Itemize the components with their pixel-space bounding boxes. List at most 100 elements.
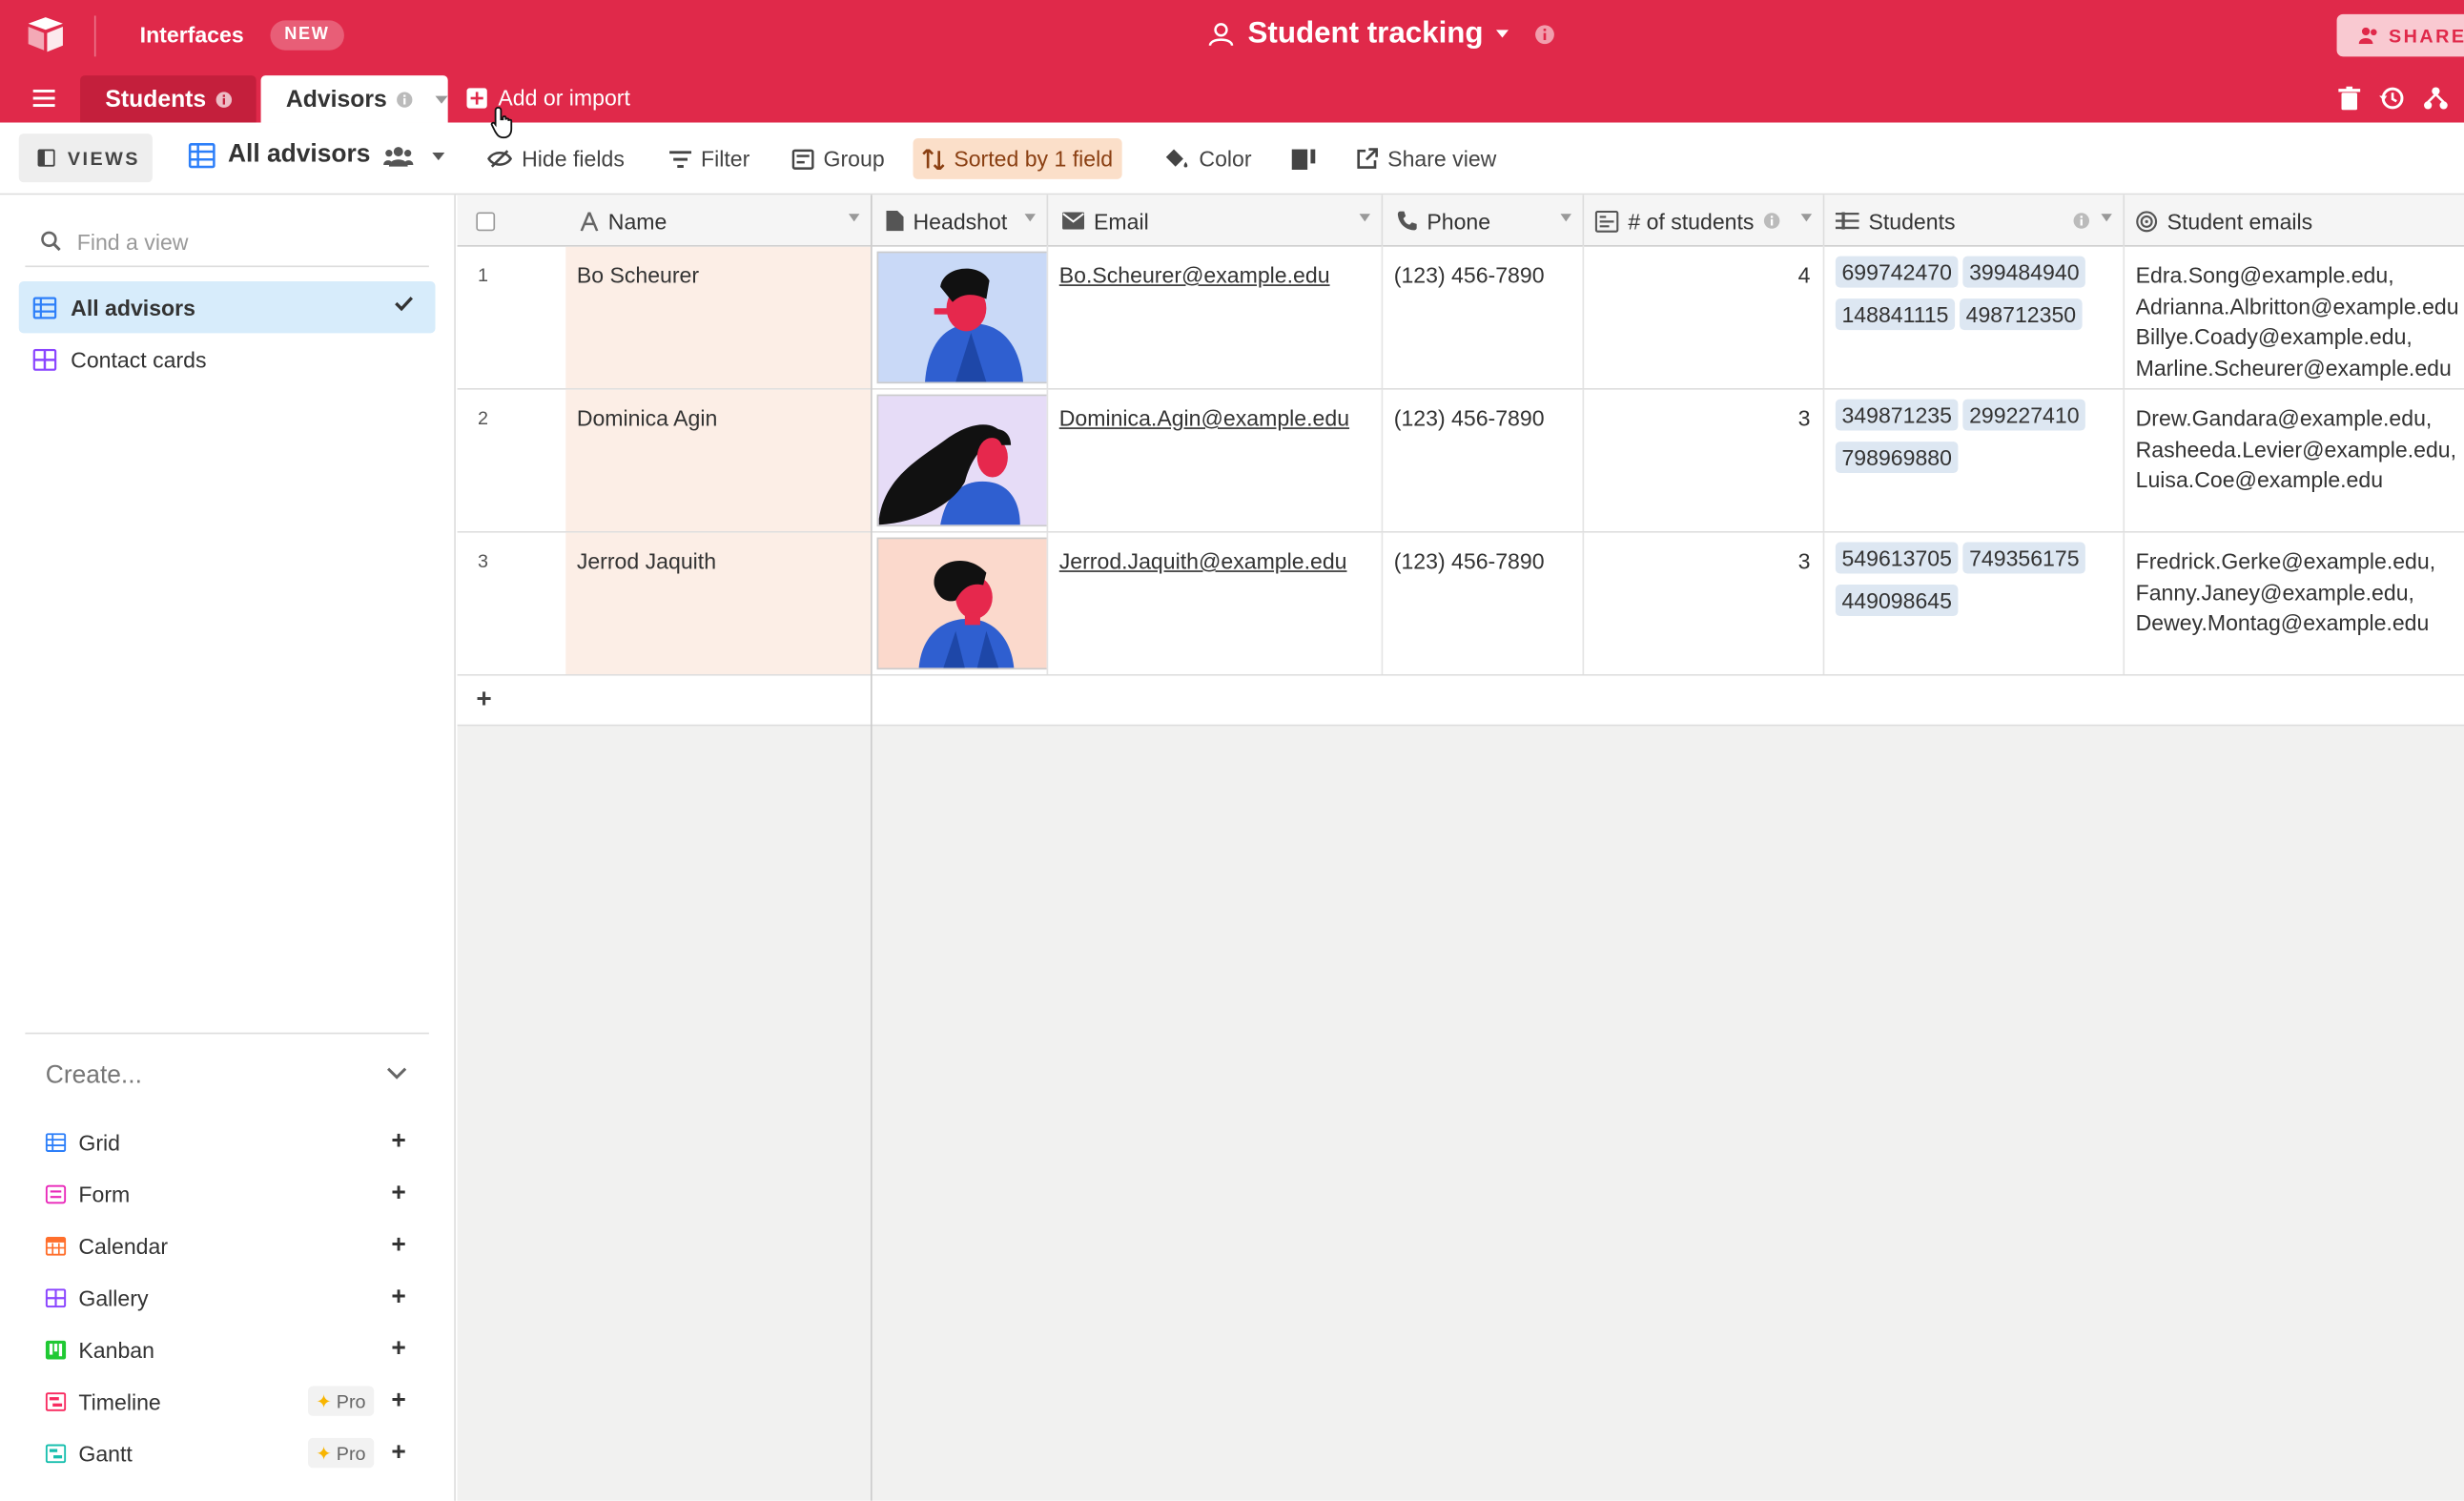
- sidebar-view-contact-cards[interactable]: Contact cards: [19, 333, 436, 384]
- tab-advisors[interactable]: Advisors: [260, 75, 448, 123]
- info-icon[interactable]: [1533, 24, 1555, 46]
- headshot-cell[interactable]: [873, 246, 1049, 389]
- student-chip[interactable]: 349871235: [1835, 399, 1959, 431]
- create-gantt[interactable]: Gantt ✦ Pro +: [45, 1437, 423, 1470]
- student-count-cell[interactable]: 4: [1584, 246, 1825, 389]
- student-count-cell[interactable]: 3: [1584, 389, 1825, 532]
- student-chip[interactable]: 498712350: [1960, 298, 2083, 331]
- plus-icon[interactable]: +: [391, 1232, 405, 1261]
- column-header-students[interactable]: Students: [1824, 195, 2125, 247]
- students-cell[interactable]: 549613705 749356175449098645: [1824, 532, 2125, 674]
- column-header-student-emails[interactable]: Student emails: [2125, 195, 2464, 246]
- tab-students[interactable]: Students: [80, 75, 257, 123]
- phone-cell[interactable]: (123) 456-7890: [1383, 389, 1585, 532]
- plus-icon[interactable]: +: [391, 1181, 405, 1209]
- phone-cell[interactable]: (123) 456-7890: [1383, 532, 1585, 674]
- base-title[interactable]: Student tracking: [1207, 17, 1556, 51]
- chevron-down-icon[interactable]: [386, 1067, 407, 1079]
- create-calendar[interactable]: Calendar +: [45, 1230, 423, 1262]
- plus-icon[interactable]: +: [391, 1440, 405, 1469]
- students-cell[interactable]: 349871235 299227410798969880: [1824, 389, 2125, 532]
- student-chip[interactable]: 299227410: [1962, 399, 2086, 431]
- headshot-image[interactable]: [876, 537, 1049, 670]
- column-header-headshot[interactable]: Headshot: [873, 195, 1049, 247]
- chevron-down-icon[interactable]: [1359, 214, 1371, 222]
- row-number: 1: [477, 263, 489, 286]
- students-cell[interactable]: 699742470 399484940148841115 498712350: [1824, 246, 2125, 389]
- email-cell[interactable]: Jerrod.Jaquith@example.edu: [1048, 532, 1384, 674]
- table-row[interactable]: 3 Jerrod Jaquith Jerrod.Jaquith@example.…: [457, 532, 2464, 676]
- name-cell[interactable]: Jerrod Jaquith: [565, 532, 873, 674]
- chevron-down-icon[interactable]: [1800, 214, 1813, 222]
- find-view-input[interactable]: Find a view: [25, 216, 429, 268]
- color-button[interactable]: Color: [1155, 138, 1261, 179]
- chevron-down-icon[interactable]: [2101, 214, 2112, 222]
- info-icon[interactable]: [397, 91, 414, 108]
- column-header-email[interactable]: Email: [1048, 195, 1384, 247]
- student-chip[interactable]: 749356175: [1962, 542, 2086, 574]
- filter-button[interactable]: Filter: [660, 138, 759, 179]
- chevron-down-icon[interactable]: [848, 214, 860, 222]
- trash-icon[interactable]: [2338, 86, 2361, 111]
- hide-fields-button[interactable]: Hide fields: [478, 138, 634, 179]
- menu-icon[interactable]: [32, 89, 55, 108]
- column-header-num-students[interactable]: # of students: [1584, 195, 1825, 247]
- student-emails-cell[interactable]: Edra.Song@example.edu, Adrianna.Albritto…: [2125, 247, 2464, 388]
- current-view-switcher[interactable]: All advisors: [188, 141, 444, 170]
- email-cell[interactable]: Dominica.Agin@example.edu: [1048, 389, 1384, 532]
- student-chip[interactable]: 399484940: [1962, 256, 2086, 288]
- student-chip[interactable]: 549613705: [1835, 542, 1959, 574]
- info-icon[interactable]: [216, 91, 233, 108]
- share-view-button[interactable]: Share view: [1346, 138, 1506, 179]
- group-button[interactable]: Group: [783, 138, 894, 179]
- plus-icon[interactable]: +: [391, 1128, 405, 1157]
- column-header-phone[interactable]: Phone: [1383, 195, 1585, 247]
- sidebar-view-all-advisors[interactable]: All advisors: [18, 280, 436, 334]
- student-chip[interactable]: 449098645: [1835, 585, 1959, 617]
- plus-icon[interactable]: +: [391, 1388, 405, 1416]
- find-view-placeholder: Find a view: [76, 228, 189, 255]
- student-chip[interactable]: 148841115: [1835, 298, 1956, 331]
- history-icon[interactable]: [2379, 87, 2404, 111]
- share-external-icon: [1357, 148, 1378, 169]
- plus-icon[interactable]: +: [476, 684, 491, 715]
- create-gallery[interactable]: Gallery +: [45, 1283, 423, 1314]
- create-form[interactable]: Form +: [45, 1179, 423, 1210]
- headshot-image[interactable]: [876, 251, 1049, 384]
- name-cell[interactable]: Dominica Agin: [565, 389, 873, 532]
- phone-cell[interactable]: (123) 456-7890: [1383, 246, 1585, 389]
- info-icon[interactable]: [2073, 212, 2090, 229]
- share-button[interactable]: SHARE: [2336, 13, 2464, 57]
- student-emails-cell[interactable]: Drew.Gandara@example.edu, Rasheeda.Levie…: [2125, 390, 2464, 531]
- student-emails-cell[interactable]: Fredrick.Gerke@example.edu, Fanny.Janey@…: [2125, 533, 2464, 674]
- select-all-checkbox[interactable]: [476, 211, 496, 231]
- student-count-cell[interactable]: 3: [1584, 532, 1825, 674]
- airtable-logo-icon[interactable]: [25, 15, 66, 53]
- email-cell[interactable]: Bo.Scheurer@example.edu: [1048, 246, 1384, 389]
- views-toggle-button[interactable]: VIEWS: [18, 134, 153, 183]
- create-grid[interactable]: Grid +: [45, 1127, 423, 1159]
- add-record-row[interactable]: +: [457, 675, 2464, 727]
- chevron-down-icon[interactable]: [435, 94, 448, 103]
- headshot-cell[interactable]: [873, 532, 1049, 674]
- student-chip[interactable]: 699742470: [1835, 256, 1959, 288]
- table-row[interactable]: 2 Dominica Agin Dominica.Agin@example.ed…: [457, 389, 2464, 533]
- interfaces-link[interactable]: Interfaces: [140, 22, 244, 47]
- table-row[interactable]: 1 Bo Scheurer Bo.Scheurer@example.edu (1…: [457, 246, 2464, 390]
- student-chip[interactable]: 798969880: [1835, 442, 1959, 474]
- chevron-down-icon[interactable]: [1560, 214, 1571, 222]
- create-section-toggle[interactable]: Create...: [46, 1062, 142, 1091]
- chevron-down-icon[interactable]: [1024, 214, 1037, 222]
- sort-button[interactable]: Sorted by 1 field: [913, 138, 1122, 179]
- row-height-button[interactable]: [1283, 138, 1324, 179]
- column-header-name[interactable]: Name: [565, 195, 873, 247]
- headshot-image[interactable]: [876, 394, 1049, 527]
- plus-icon[interactable]: +: [391, 1284, 405, 1312]
- create-timeline[interactable]: Timeline ✦ Pro +: [45, 1386, 423, 1418]
- automations-icon[interactable]: [2423, 87, 2448, 111]
- plus-icon[interactable]: +: [391, 1336, 405, 1365]
- info-icon[interactable]: [1763, 212, 1780, 229]
- headshot-cell[interactable]: [873, 389, 1049, 532]
- create-kanban[interactable]: Kanban +: [45, 1334, 423, 1366]
- name-cell[interactable]: Bo Scheurer: [565, 246, 873, 389]
